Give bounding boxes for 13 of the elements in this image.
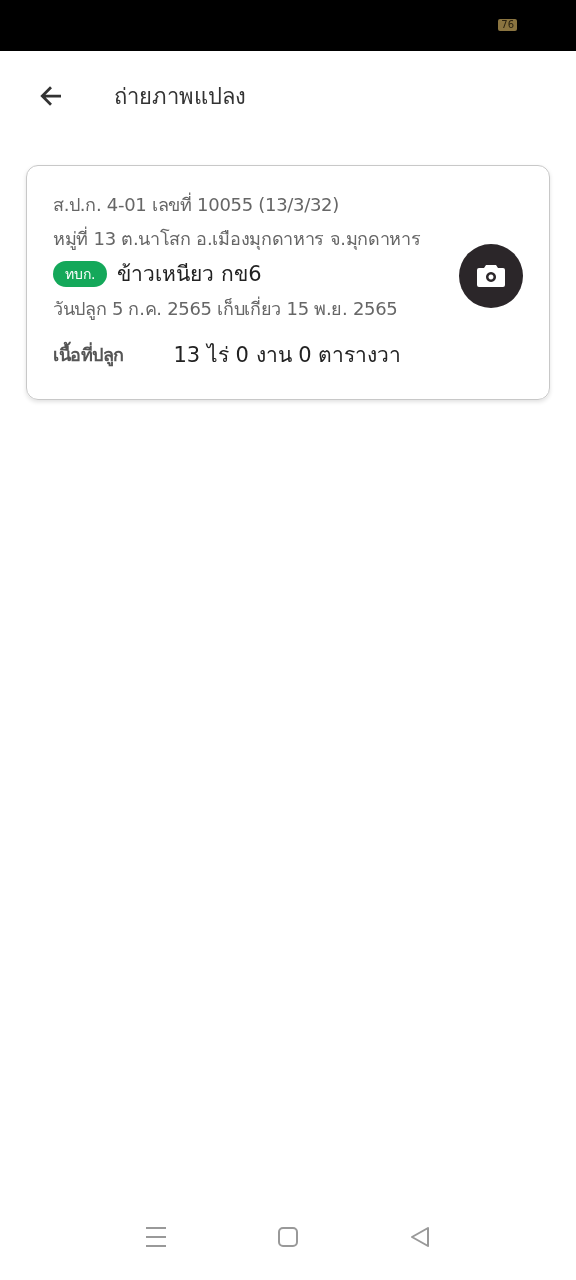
tag-label: ทบก. <box>53 261 108 287</box>
menu-icon[interactable] <box>145 1226 167 1248</box>
area-label: เนื้อที่ปลูก <box>53 340 124 369</box>
page-title: ถ่ายภาพแปลง <box>114 82 246 111</box>
document-number: ส.ป.ก. 4-01 เลขที่ 10055 (13/3/32) <box>53 191 340 217</box>
area-value: 13 ไร่ 0 งาน 0 ตารางวา <box>173 342 402 369</box>
home-icon[interactable] <box>277 1226 299 1248</box>
planting-dates: วันปลูก 5 ก.ค. 2565 เก็บเกี่ยว 15 พ.ย. 2565 <box>53 295 399 322</box>
crop-name: ข้าวเหนียว กข6 <box>117 261 262 288</box>
camera-icon <box>476 262 506 289</box>
battery-icon: 76 <box>498 18 517 31</box>
plot-address: หมู่ที่ 13 ต.นาโสก อ.เมืองมุกดาหาร จ.มุกดาหาร <box>53 225 422 252</box>
back-icon[interactable] <box>409 1226 431 1248</box>
